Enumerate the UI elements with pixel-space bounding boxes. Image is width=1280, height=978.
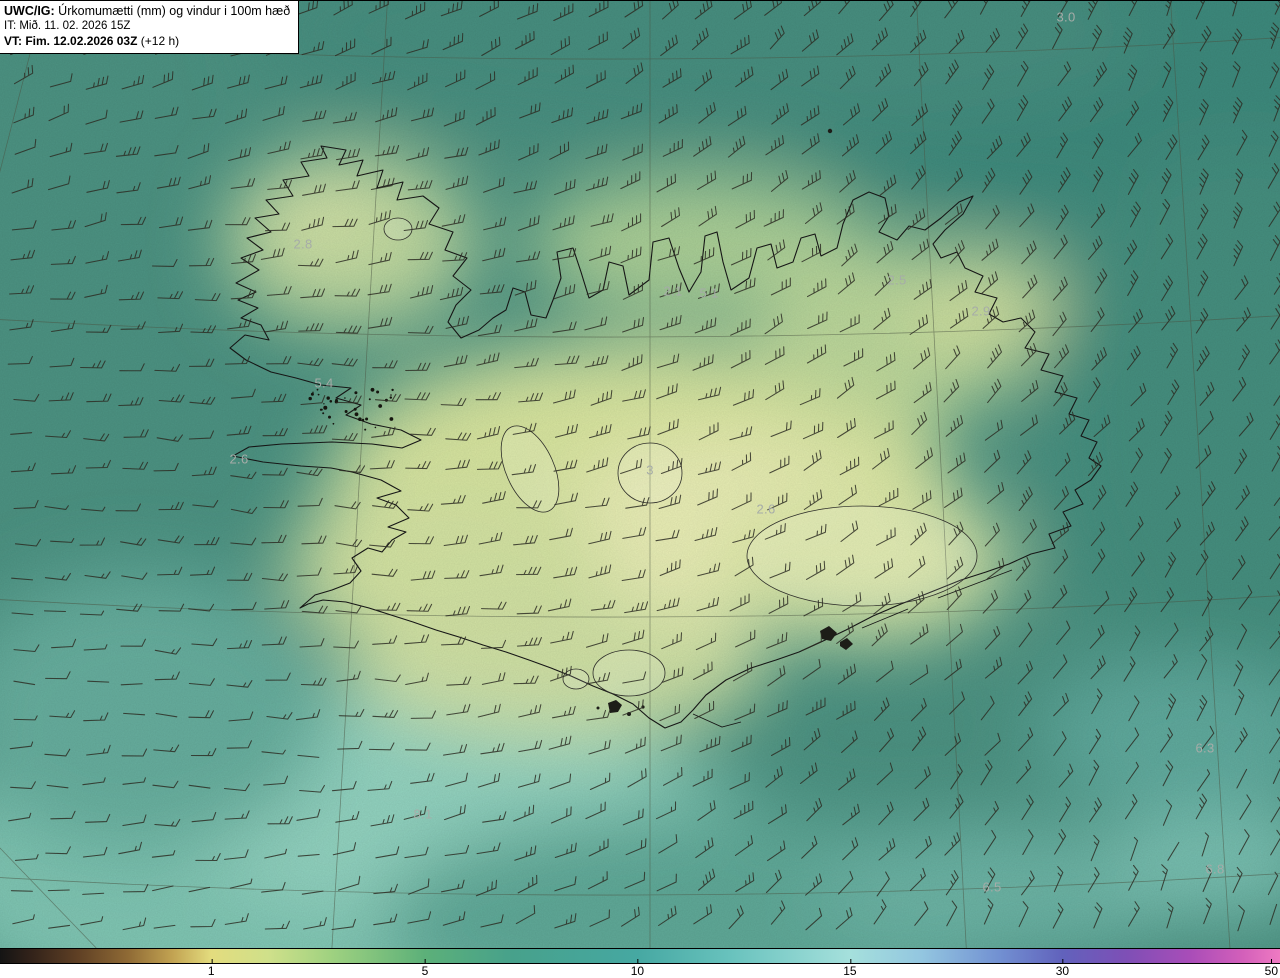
valid-time-line: VT: Fim. 12.02.2026 03Z (+12 h) <box>4 34 290 50</box>
colorbar-tick-label: 50 <box>1264 959 1278 978</box>
colorbar-tick-label: 15 <box>843 959 857 978</box>
colorbar-tick-label: 30 <box>1055 959 1070 978</box>
init-time-line: IT: Mið. 11. 02. 2026 15Z <box>4 19 290 34</box>
product-label: UWC/IG: <box>4 4 55 18</box>
init-label: IT: <box>4 20 17 33</box>
weather-map-screenshot: 3.0 2.8 2.1 5.1 2.5 2.9 5.4 2.6 3 2.6 8.1 6.3 6.5 6.8… <box>0 0 1280 978</box>
colorbar-tick-label: 5 <box>421 959 429 978</box>
colorbar-ticks: 1 5 10 15 30 50 <box>0 959 1280 978</box>
title-box: UWC/IG: Úrkomumætti (mm) og vindur i 100… <box>0 1 300 54</box>
colorbar: 1 5 10 15 30 50 <box>0 948 1280 978</box>
colorbar-tick-label: 10 <box>630 959 645 978</box>
colorbar-gradient <box>0 948 1280 964</box>
precipitation-field-svg <box>0 1 1280 949</box>
init-time: Mið. 11. 02. 2026 15Z <box>19 20 131 33</box>
colorbar-tick-label: 1 <box>207 959 215 978</box>
valid-time: Fim. 12.02.2026 03Z <box>25 34 138 49</box>
valid-label: VT: <box>4 34 22 49</box>
valid-offset: (+12 h) <box>140 34 180 49</box>
map-area: 3.0 2.8 2.1 5.1 2.5 2.9 5.4 2.6 3 2.6 8.1 6.3 6.5 6.8… <box>0 0 1280 949</box>
product-title-line: UWC/IG: Úrkomumætti (mm) og vindur i 100… <box>4 3 290 19</box>
product-title: Úrkomumætti (mm) og vindur i 100m hæð <box>58 4 291 18</box>
